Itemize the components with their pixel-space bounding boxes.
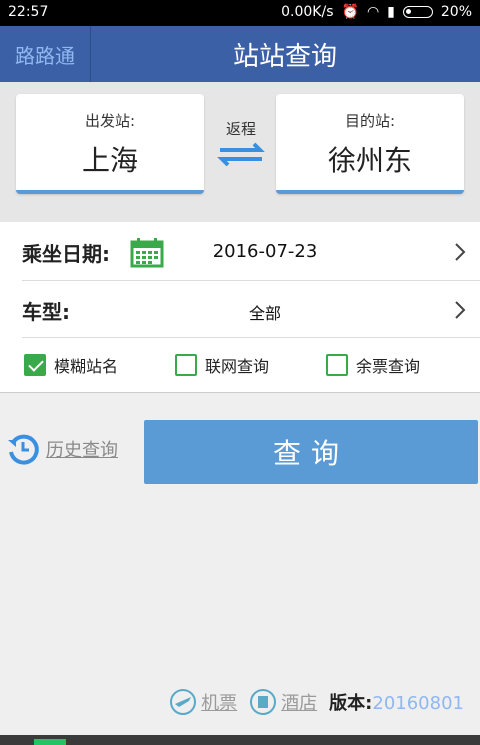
query-button[interactable]: 查询 <box>144 420 478 484</box>
chevron-right-icon <box>455 243 466 261</box>
from-station-card[interactable]: 出发站: 上海 <box>16 94 204 194</box>
history-clock-icon <box>8 434 39 465</box>
status-bar: 22:57 0.00K/s ⏰ ◠ ▮ 20% <box>0 0 480 26</box>
footer: 机票 酒店 版本:20160801 <box>169 688 464 716</box>
divider <box>22 337 480 338</box>
network-speed: 0.00K/s <box>281 4 334 20</box>
version-number: 20160801 <box>372 693 464 714</box>
flights-label: 机票 <box>201 693 238 714</box>
wifi-icon: ◠ <box>366 4 380 20</box>
train-type-row[interactable]: 车型: 全部 <box>0 282 480 338</box>
bottom-nav <box>0 735 480 745</box>
swap-button[interactable]: 返程 <box>214 118 268 173</box>
calendar-icon <box>130 238 164 268</box>
signal-icon: ▮ <box>387 4 395 20</box>
from-station-value: 上海 <box>81 144 138 177</box>
history-link[interactable]: 历史查询 <box>6 432 118 466</box>
version-info: 版本:20160801 <box>329 689 464 715</box>
query-form: 乘坐日期: 2016-07-23 车型: 全部 模糊站名 联网查询 余票查询 <box>0 222 480 393</box>
plane-icon <box>170 689 197 715</box>
swap-label: 返程 <box>225 120 256 138</box>
hotels-link[interactable]: 酒店 <box>249 688 317 716</box>
app-header: 路路通 站站查询 <box>0 26 480 82</box>
remaining-tickets-label: 余票查询 <box>356 357 421 376</box>
train-type-label: 车型: <box>22 300 70 324</box>
battery-percent: 20% <box>440 4 472 20</box>
fuzzy-name-checkbox[interactable]: 模糊站名 <box>24 353 118 377</box>
checkbox-unchecked-icon <box>326 354 348 376</box>
date-value: 2016-07-23 <box>212 241 318 262</box>
to-station-card[interactable]: 目的站: 徐州东 <box>276 94 464 194</box>
status-icons: 0.00K/s ⏰ ◠ ▮ 20% <box>281 4 472 20</box>
back-button[interactable]: 路路通 <box>0 26 91 82</box>
remaining-tickets-checkbox[interactable]: 余票查询 <box>326 353 420 377</box>
nav-indicator[interactable] <box>34 739 66 745</box>
hotel-icon <box>250 689 277 715</box>
status-time: 22:57 <box>8 4 49 20</box>
battery-icon <box>402 6 433 18</box>
alarm-icon: ⏰ <box>341 4 359 20</box>
hotels-label: 酒店 <box>281 693 318 714</box>
divider <box>22 280 480 281</box>
online-query-label: 联网查询 <box>205 357 270 376</box>
version-label: 版本: <box>329 693 373 714</box>
chevron-right-icon <box>455 301 466 319</box>
date-label: 乘坐日期: <box>22 242 110 266</box>
checkbox-unchecked-icon <box>175 354 197 376</box>
date-row[interactable]: 乘坐日期: 2016-07-23 <box>0 224 480 280</box>
page-title: 站站查询 <box>232 41 337 72</box>
online-query-checkbox[interactable]: 联网查询 <box>175 353 269 377</box>
swap-arrows-icon <box>217 142 265 167</box>
history-label: 历史查询 <box>46 440 118 461</box>
station-selector: 出发站: 上海 返程 目的站: 徐州东 <box>0 82 480 222</box>
train-type-value: 全部 <box>248 304 281 323</box>
from-station-label: 出发站: <box>84 112 136 130</box>
to-station-value: 徐州东 <box>327 144 412 177</box>
to-station-label: 目的站: <box>344 112 396 130</box>
flights-link[interactable]: 机票 <box>169 688 237 716</box>
options-row: 模糊站名 联网查询 余票查询 <box>0 339 480 389</box>
checkbox-checked-icon <box>24 354 46 376</box>
fuzzy-name-label: 模糊站名 <box>54 357 119 376</box>
